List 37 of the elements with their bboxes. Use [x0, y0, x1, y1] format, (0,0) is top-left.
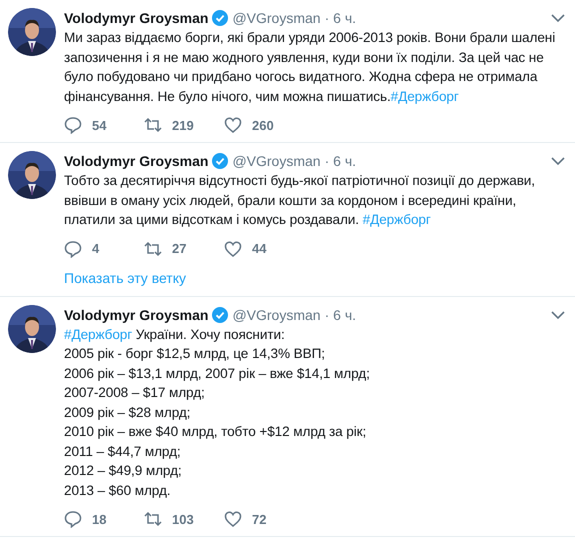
- heart-icon: [224, 240, 242, 258]
- reply-icon: [64, 240, 82, 258]
- retweet-button[interactable]: 103: [144, 510, 224, 528]
- reply-button[interactable]: 18: [64, 510, 144, 528]
- tweet-text: Ми зараз віддаємо борги, які брали уряди 2006-2013 років. Вони брали шалені запозичення і я не маю жодного уявлення, куди вони їх поділи. За цей час не було побудовано чи придбано чогось видатного. Жодна сфера не отримала фінансування. Не було нічого, чим можна пишатись.#Держборг: [64, 29, 556, 106]
- reply-button[interactable]: 54: [64, 116, 144, 134]
- reply-button[interactable]: 4: [64, 240, 144, 258]
- retweet-icon: [144, 510, 162, 528]
- like-button[interactable]: 44: [224, 240, 304, 258]
- author-handle: @VGroysman: [232, 10, 321, 26]
- caret-icon[interactable]: [551, 310, 565, 320]
- hashtag-link[interactable]: #Держборг: [64, 326, 132, 342]
- author-name[interactable]: Volodymyr Groysman: [64, 153, 208, 169]
- retweet-button[interactable]: 219: [144, 116, 224, 134]
- heart-icon: [224, 510, 242, 528]
- author-name[interactable]: Volodymyr Groysman: [64, 10, 208, 26]
- hashtag-link[interactable]: #Держборг: [390, 88, 459, 104]
- author-handle: @VGroysman: [232, 153, 321, 169]
- heart-icon: [224, 116, 242, 134]
- author-name[interactable]: Volodymyr Groysman: [64, 306, 208, 322]
- retweet-button[interactable]: 27: [144, 240, 224, 258]
- tweet-text: Тобто за десятиріччя відсутності будь-якої патріотичної позиції до держави, ввівши в оману усіх людей, брали кошти за кордоном і всередині країни, платили за цими відсоткам і комусь роздавали. #Держборг: [64, 172, 536, 229]
- tweet-time[interactable]: · 6 ч.: [324, 10, 356, 26]
- retweet-icon: [144, 240, 162, 258]
- tweet-time[interactable]: · 6 ч.: [324, 153, 356, 169]
- caret-icon[interactable]: [551, 156, 565, 166]
- author-handle: @VGroysman: [232, 306, 321, 322]
- tweet-text: #Держборг України. Хочу пояснити: 2005 рік - борг $12,5 млрд, це 14,3% ВВП; 2006 рік – $13,1 млрд, 2007 рік – вже $14,1 млрд; 2007-2008 – $17 млрд; 2009 рік – $28 млрд; 2010 рік – вже $40 млрд, тобто +$12 млрд за рік; 2011 – $44,7 млрд; 2012 – $49,9 млрд; 2013 – $60 млрд.: [64, 326, 371, 500]
- hashtag-link[interactable]: #Держборг: [362, 212, 431, 227]
- tweet-time[interactable]: · 6 ч.: [324, 306, 356, 322]
- caret-icon[interactable]: [551, 13, 565, 23]
- like-button[interactable]: 260: [224, 116, 304, 134]
- reply-icon: [64, 116, 82, 134]
- like-button[interactable]: 72: [224, 510, 304, 528]
- show-thread-link[interactable]: Показать эту ветку: [64, 270, 186, 286]
- reply-icon: [64, 510, 82, 528]
- retweet-icon: [144, 116, 162, 134]
